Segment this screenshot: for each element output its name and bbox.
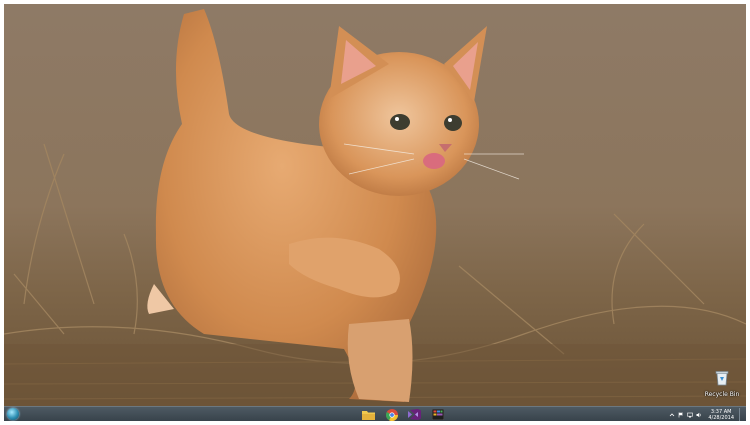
recycle-bin-icon <box>715 371 729 386</box>
flag-icon[interactable] <box>678 412 684 418</box>
taskbar-chrome[interactable] <box>384 408 399 421</box>
show-hidden-icons-icon[interactable] <box>669 412 675 418</box>
recycle-bin-label: Recycle Bin <box>704 391 740 398</box>
folder-icon <box>362 410 375 420</box>
visual-studio-icon <box>408 409 421 420</box>
taskbar: 3:37 AM 4/28/2014 <box>4 406 746 421</box>
start-button[interactable] <box>7 408 19 420</box>
taskbar-file-explorer[interactable] <box>361 408 376 421</box>
start-menu-app-icon <box>431 409 444 420</box>
system-tray: 3:37 AM 4/28/2014 <box>669 408 744 421</box>
taskbar-start-app[interactable] <box>430 408 445 421</box>
clock-date: 4/28/2014 <box>708 414 734 421</box>
clock-time: 3:37 AM <box>710 408 732 415</box>
wallpaper <box>4 4 746 407</box>
show-desktop-button[interactable] <box>739 408 744 421</box>
network-icon[interactable] <box>687 412 694 418</box>
recycle-bin-shortcut[interactable]: Recycle Bin <box>704 370 740 398</box>
volume-icon[interactable] <box>696 412 702 418</box>
system-clock[interactable]: 3:37 AM 4/28/2014 <box>708 409 734 421</box>
desktop-screen: Recycle Bin 3:37 AM 4/28/2014 <box>4 4 746 421</box>
chrome-icon <box>385 408 398 421</box>
taskbar-visual-studio[interactable] <box>407 408 422 421</box>
pinned-apps <box>361 408 445 421</box>
